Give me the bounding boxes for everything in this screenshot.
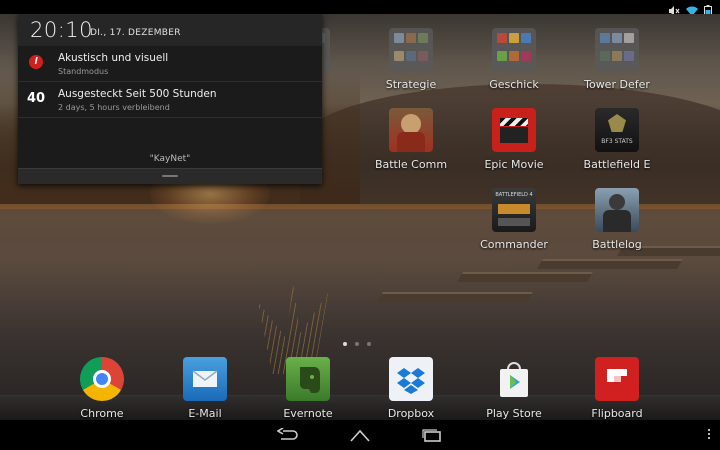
play-store-bag-icon (492, 357, 536, 401)
folder-tower-defense[interactable]: Tower Defer (571, 28, 663, 91)
home-icon (350, 429, 370, 442)
app-epic-movie[interactable]: Epic Movie (468, 108, 560, 171)
app-label: Chrome (80, 407, 124, 420)
back-button[interactable] (273, 426, 303, 444)
overflow-menu-icon[interactable] (708, 429, 710, 439)
app-label: Battle Comm (374, 158, 448, 171)
page-indicator (343, 342, 371, 346)
folder-geschick[interactable]: Geschick (468, 28, 560, 91)
app-chrome[interactable]: Chrome (56, 357, 148, 420)
app-label: Tower Defer (584, 78, 650, 91)
clapperboard-icon (492, 108, 536, 152)
dropbox-icon (389, 357, 433, 401)
app-flipboard[interactable]: Flipboard (571, 357, 663, 420)
bf4-commander-icon: BATTLEFIELD 4 (492, 188, 536, 232)
bf3-stats-text: BF3 STATS (601, 138, 633, 145)
folder-icon (492, 28, 536, 72)
bf3-stats-icon: BF3 STATS (595, 108, 639, 152)
app-battlefield-stats[interactable]: BF3 STATS Battlefield E (571, 108, 663, 171)
app-label: Dropbox (387, 407, 435, 420)
folder-icon (595, 28, 639, 72)
app-label: Geschick (489, 78, 539, 91)
notification-panel[interactable]: 20:10 DI., 17. DEZEMBER l Akustisch und … (18, 14, 322, 184)
bf4-text: BATTLEFIELD 4 (495, 192, 533, 198)
app-commander[interactable]: BATTLEFIELD 4 Commander (468, 188, 560, 251)
evernote-elephant-icon (286, 357, 330, 401)
battery-40-icon: 40 (26, 90, 46, 106)
app-label: Strategie (385, 78, 437, 91)
notification-title: Akustisch und visuell (58, 52, 169, 64)
app-label: Epic Movie (484, 158, 544, 171)
app-label: Evernote (283, 407, 333, 420)
app-evernote[interactable]: Evernote (262, 357, 354, 420)
carrier-label: "KayNet" (149, 154, 191, 164)
app-label: Play Store (486, 407, 542, 420)
folder-icon (389, 28, 433, 72)
notification-subtitle: 2 days, 5 hours verbleibend (58, 103, 170, 112)
app-email[interactable]: E-Mail (159, 357, 251, 420)
flipboard-icon (595, 357, 639, 401)
app-label: Battlelog (592, 238, 642, 251)
app-battle-commander[interactable]: Battle Comm (365, 108, 457, 171)
lastpass-red-icon: l (28, 54, 44, 70)
back-icon (277, 428, 298, 440)
status-bar (0, 0, 720, 16)
recent-apps-button[interactable] (417, 426, 447, 444)
app-label: Commander (480, 238, 548, 251)
folder-strategie[interactable]: Strategie (365, 28, 457, 91)
app-label: E-Mail (188, 407, 222, 420)
app-play-store[interactable]: Play Store (468, 357, 560, 420)
battlelog-soldier-icon (595, 188, 639, 232)
recent-apps-icon (422, 429, 441, 442)
notification-title: Ausgesteckt Seit 500 Stunden (58, 88, 217, 100)
home-button[interactable] (345, 426, 375, 444)
soldier-game-icon (389, 108, 433, 152)
panel-drag-handle[interactable] (18, 168, 322, 184)
notification-subtitle: Standmodus (58, 67, 109, 76)
app-battlelog[interactable]: Battlelog (571, 188, 663, 251)
app-label: Battlefield E (583, 158, 651, 171)
navigation-bar (0, 420, 720, 450)
app-dropbox[interactable]: Dropbox (365, 357, 457, 420)
panel-header: 20:10 DI., 17. DEZEMBER (18, 14, 322, 46)
clock: 20:10 (30, 18, 94, 42)
date: DI., 17. DEZEMBER (90, 28, 181, 38)
notification-item[interactable]: 40 Ausgesteckt Seit 500 Stunden 2 days, … (18, 82, 322, 118)
chrome-icon (80, 357, 124, 401)
notification-item[interactable]: l Akustisch und visuell Standmodus (18, 46, 322, 82)
email-icon (183, 357, 227, 401)
app-label: Flipboard (591, 407, 643, 420)
